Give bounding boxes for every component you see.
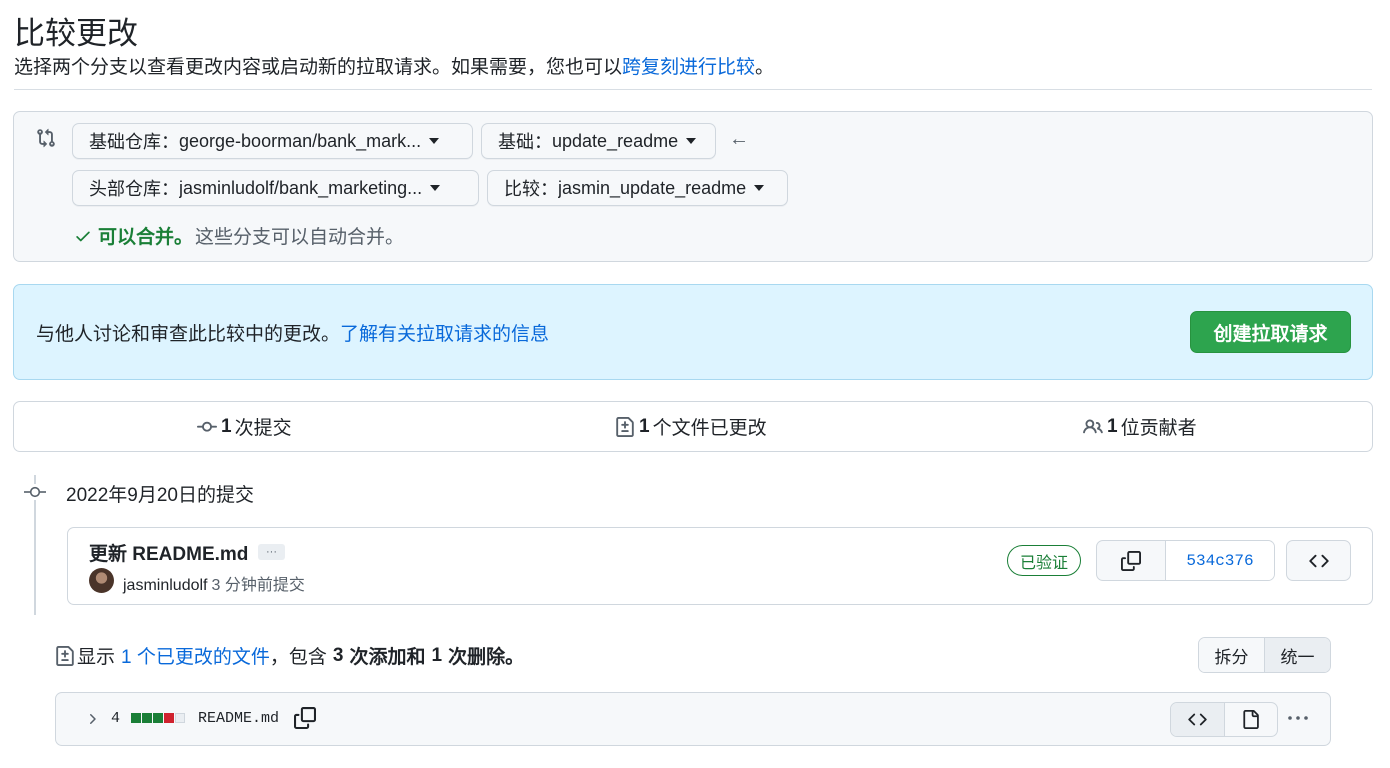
compare-branch-select[interactable]: 比较： jasmin_update_readme (487, 170, 788, 206)
subtitle-suffix: 。 (755, 57, 775, 78)
commit-author-line: jasminludolf 3 分钟前提交 (123, 571, 305, 595)
compare-across-forks-link[interactable]: 跨复刻进行比较 (622, 57, 755, 78)
copy-sha-button[interactable] (1097, 541, 1166, 580)
learn-about-pull-requests-link[interactable]: 了解有关拉取请求的信息 (340, 324, 549, 345)
people-icon (1083, 418, 1103, 433)
file-diff-icon (616, 416, 634, 437)
diffstat-neutral-block (175, 713, 185, 723)
diffstat-deleted-block (164, 713, 174, 723)
commit-author-link[interactable]: jasminludolf (123, 577, 207, 594)
compare-branch-value: jasmin_update_readme (558, 177, 747, 198)
summary-prefix: 显示 (77, 647, 116, 668)
base-branch-select[interactable]: 基础： update_readme (481, 123, 716, 159)
code-icon (1188, 713, 1207, 726)
base-repository-select[interactable]: 基础仓库： george-boorman/bank_mark... (72, 123, 473, 159)
additions-count: 3 (332, 644, 344, 666)
git-commit-icon (24, 484, 46, 500)
contributors-count: 1 (1107, 415, 1118, 437)
commit-group-date: 2022年9月20日的提交 (66, 485, 254, 506)
copy-icon (1121, 550, 1141, 571)
page-subtitle: 选择两个分支以查看更改内容或启动新的拉取请求。如果需要，您也可以跨复刻进行比较。 (14, 52, 774, 79)
summary-middle: ，包含 (269, 647, 327, 668)
git-compare-icon (37, 128, 55, 148)
additions-label: 次添加和 (349, 647, 426, 668)
files-changed-tab[interactable]: 1 个文件已更改 (615, 413, 767, 440)
file-view-buttons (1170, 702, 1278, 737)
display-rich-diff-button[interactable] (1225, 703, 1278, 736)
deletions-label: 次删除。 (448, 647, 525, 668)
info-text: 与他人讨论和审查此比较中的更改。了解有关拉取请求的信息 (36, 319, 549, 346)
page-title: 比较更改 (14, 16, 138, 51)
browse-repository-button[interactable] (1286, 540, 1351, 581)
head-repository-value: jasminludolf/bank_marketing... (179, 177, 423, 198)
divider (14, 89, 1372, 90)
caret-down-icon (430, 185, 441, 191)
files-label: 个文件已更改 (652, 418, 767, 439)
file-name-link[interactable]: README.md (198, 710, 279, 727)
copy-icon[interactable] (294, 707, 316, 729)
subtitle-text: 选择两个分支以查看更改内容或启动新的拉取请求。如果需要，您也可以 (14, 57, 623, 78)
unified-view-button[interactable]: 统一 (1265, 638, 1330, 672)
caret-down-icon (754, 185, 765, 191)
arrow-left-icon: ← (729, 128, 749, 150)
deletions-count: 1 (431, 644, 443, 666)
diff-summary: 显示 1 个已更改的文件 ，包含 3 次添加和 1 次删除。 (55, 642, 524, 669)
diff-view-toggle: 拆分 统一 (1198, 637, 1331, 673)
base-repository-value: george-boorman/bank_mark... (179, 130, 422, 151)
merge-ok-text: 可以合并。 (98, 227, 194, 248)
commits-count: 1 (221, 415, 232, 437)
caret-down-icon (429, 138, 440, 144)
diffstat-bar (131, 713, 185, 723)
commit-sha-button-group: 534c376 (1096, 540, 1275, 581)
caret-down-icon (686, 138, 697, 144)
base-repository-label: 基础仓库： (89, 132, 179, 152)
contributors-tab[interactable]: 1 位贡献者 (1083, 413, 1197, 440)
kebab-horizontal-icon[interactable] (1287, 710, 1309, 726)
head-repository-label: 头部仓库： (89, 179, 179, 199)
commit-title-link[interactable]: 更新 README.md (89, 539, 248, 566)
merge-status: 可以合并。 这些分支可以自动合并。 (74, 222, 404, 249)
changed-files-link[interactable]: 1 个已更改的文件 (121, 642, 270, 669)
file-diff-icon (56, 645, 74, 666)
verified-badge[interactable]: 已验证 (1007, 545, 1081, 576)
create-pull-request-button[interactable]: 创建拉取请求 (1190, 311, 1351, 353)
diffstat-added-block (131, 713, 141, 723)
split-view-button[interactable]: 拆分 (1199, 638, 1265, 672)
expand-commit-message-button[interactable]: ··· (258, 544, 285, 560)
avatar[interactable] (89, 568, 114, 593)
base-branch-label: 基础： (498, 132, 552, 152)
commits-tab[interactable]: 1 次提交 (197, 413, 292, 440)
base-branch-value: update_readme (552, 130, 679, 151)
code-icon (1308, 554, 1329, 567)
commit-sha-link[interactable]: 534c376 (1166, 541, 1274, 580)
commit-time: 3 分钟前提交 (211, 577, 305, 594)
head-repository-select[interactable]: 头部仓库： jasminludolf/bank_marketing... (72, 170, 479, 206)
commits-label: 次提交 (234, 418, 292, 439)
info-message: 与他人讨论和审查此比较中的更改。 (36, 324, 341, 345)
compare-branch-label: 比较： (504, 179, 558, 199)
git-commit-icon (197, 421, 217, 432)
display-source-button[interactable] (1171, 703, 1225, 736)
file-changes-count: 4 (111, 710, 121, 727)
file-icon (1243, 710, 1260, 729)
diffstat-added-block (153, 713, 163, 723)
merge-message: 这些分支可以自动合并。 (195, 227, 405, 248)
check-icon (76, 231, 90, 241)
contributors-label: 位贡献者 (1120, 418, 1197, 439)
files-count: 1 (639, 415, 650, 437)
chevron-right-icon[interactable] (84, 711, 100, 727)
diffstat-added-block (142, 713, 152, 723)
